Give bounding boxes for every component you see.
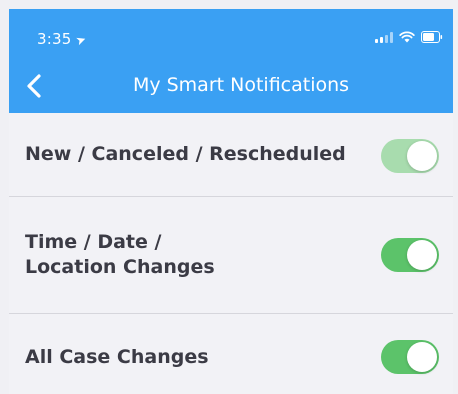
setting-label-line-1: Time / Date / — [25, 231, 162, 253]
toggle-knob — [407, 141, 437, 171]
notifications-screen: 3:35 ➤ My Smart Notifications New / Canc… — [0, 0, 458, 394]
toggle-knob — [407, 240, 437, 270]
setting-label: All Case Changes — [25, 346, 209, 368]
setting-label: New / Canceled / Rescheduled — [25, 143, 346, 165]
setting-label-line-2: Location Changes — [25, 256, 215, 278]
page-title: My Smart Notifications — [132, 74, 350, 96]
status-bar-time: 3:35 ➤ — [37, 30, 89, 49]
wifi-icon — [399, 31, 415, 43]
settings-list: New / Canceled / Rescheduled Time / Date… — [9, 113, 453, 394]
app-header: 3:35 ➤ My Smart Notifications — [9, 9, 453, 113]
setting-row-time-date-location: Time / Date / Location Changes — [9, 197, 453, 314]
toggle-all-case-changes[interactable] — [381, 340, 439, 374]
location-arrow-icon: ➤ — [74, 31, 89, 49]
status-icons — [375, 31, 443, 43]
setting-label: Time / Date / Location Changes — [25, 230, 215, 280]
setting-row-new-canceled-rescheduled: New / Canceled / Rescheduled — [9, 113, 453, 197]
cellular-signal-icon — [375, 32, 393, 43]
setting-row-all-case-changes: All Case Changes — [9, 314, 453, 394]
toggle-knob — [407, 342, 437, 372]
time-label: 3:35 — [37, 30, 72, 48]
navigation-bar: My Smart Notifications — [9, 65, 453, 109]
battery-icon — [421, 31, 443, 43]
toggle-new-canceled-rescheduled[interactable] — [381, 139, 439, 173]
toggle-time-date-location[interactable] — [381, 238, 439, 272]
